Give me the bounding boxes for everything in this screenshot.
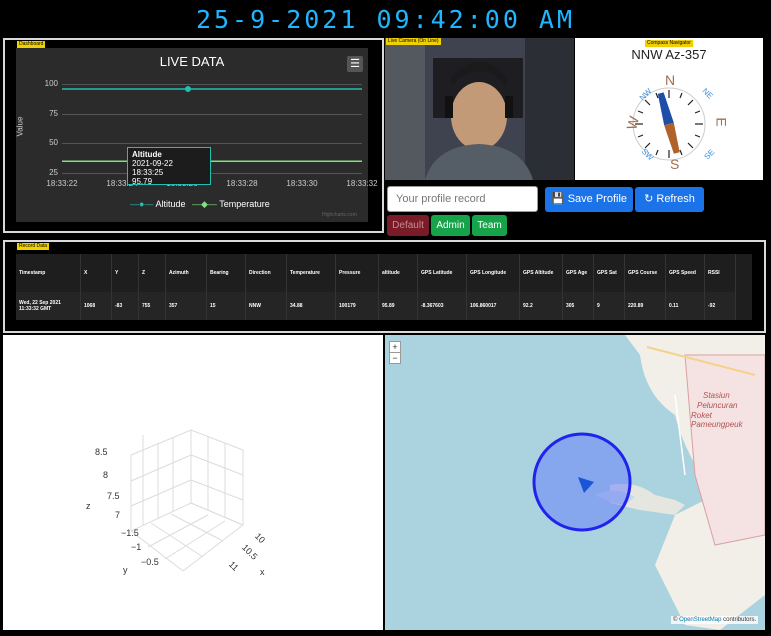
legend-temperature[interactable]: —◆— Temperature bbox=[192, 199, 270, 210]
th-pressure: Pressure bbox=[335, 254, 379, 292]
legend-altitude[interactable]: —●— Altitude bbox=[130, 199, 185, 209]
map-tiles bbox=[532, 335, 765, 630]
th-rssi: RSSI bbox=[704, 254, 736, 292]
3d-position-plot[interactable]: 8.5 8 7.5 7 z −1.5 −1 −0.5 y 10 10.5 11 … bbox=[3, 335, 383, 630]
legend-temperature-label: Temperature bbox=[219, 199, 270, 209]
cell-x: 1068 bbox=[80, 292, 112, 320]
chart-tooltip: Altitude 2021-09-22 18:33:25 95.79 bbox=[127, 147, 211, 186]
cell-gps-altitude: 92.2 bbox=[519, 292, 563, 320]
z-tick-1: 8 bbox=[103, 470, 109, 480]
compass-n: N bbox=[665, 72, 676, 88]
th-gps-latitude: GPS Latitude bbox=[417, 254, 467, 292]
th-gps-longitude: GPS Longitude bbox=[466, 254, 520, 292]
3d-axes bbox=[130, 429, 244, 572]
table-header-row: Timestamp X Y Z Azimuth Bearing Directio… bbox=[16, 254, 736, 292]
attribution-symbol: © bbox=[673, 617, 678, 623]
camera-image bbox=[385, 38, 574, 180]
map-place-label-2: Peluncuran bbox=[697, 401, 738, 410]
team-button[interactable]: Team bbox=[472, 215, 507, 236]
series-point-altitude[interactable] bbox=[185, 85, 191, 92]
compass-s: S bbox=[670, 156, 680, 172]
record-table-wrapper: Timestamp X Y Z Azimuth Bearing Directio… bbox=[16, 254, 752, 320]
cell-gps-latitude: -8.367603 bbox=[417, 292, 467, 320]
cell-pressure: 100179 bbox=[335, 292, 379, 320]
zoom-out-button[interactable]: − bbox=[389, 352, 401, 364]
th-altitude: altitude bbox=[378, 254, 418, 292]
admin-button[interactable]: Admin bbox=[431, 215, 470, 236]
save-profile-label: Save Profile bbox=[567, 193, 628, 205]
cell-rssi: -92 bbox=[704, 292, 736, 320]
save-icon: 💾 bbox=[550, 193, 565, 205]
attribution-link[interactable]: OpenStreetMap bbox=[679, 617, 721, 623]
refresh-button[interactable]: ↻ Refresh bbox=[635, 187, 704, 212]
th-gps-sat: GPS Sat bbox=[593, 254, 625, 292]
chart-plot-area: 10075502518:33:2218:33:2418:33:2618:33:2… bbox=[16, 48, 378, 222]
compass-e: E bbox=[713, 117, 730, 127]
tooltip-value: 95.79 bbox=[132, 177, 153, 186]
profile-record-input[interactable]: Your profile record bbox=[387, 186, 538, 212]
th-gps-course: GPS Course bbox=[624, 254, 666, 292]
cell-direction: NNW bbox=[245, 292, 287, 320]
th-azimuth: Azimuth bbox=[165, 254, 207, 292]
record-table: Timestamp X Y Z Azimuth Bearing Directio… bbox=[16, 254, 736, 320]
cell-altitude: 95.89 bbox=[378, 292, 418, 320]
chart-series-layer bbox=[62, 85, 362, 165]
compass-navigator: Compass Navigator NNW Az-357 N S W E NW … bbox=[575, 38, 763, 180]
live-camera-feed: Live Camera (On Line) bbox=[385, 38, 574, 180]
cell-gps-longitude: 106.860017 bbox=[466, 292, 520, 320]
compass-heading: NNW Az-357 bbox=[631, 47, 707, 62]
th-gps-speed: GPS Speed bbox=[665, 254, 705, 292]
th-timestamp: Timestamp bbox=[16, 254, 81, 292]
dashboard-tag: Dashboard bbox=[17, 41, 46, 48]
cell-gps-sat: 9 bbox=[593, 292, 625, 320]
th-gps-age: GPS Age bbox=[562, 254, 594, 292]
th-direction: Direction bbox=[245, 254, 287, 292]
gps-map[interactable]: + − Stasiun Peluncuran Roket Pameungpeuk… bbox=[385, 335, 765, 630]
cell-gps-course: 220.89 bbox=[624, 292, 666, 320]
y-tick-2: −0.5 bbox=[141, 557, 159, 567]
y-tick-1: −1 bbox=[131, 542, 142, 552]
refresh-icon: ↻ bbox=[644, 193, 654, 205]
tooltip-time: 2021-09-22 18:33:25 bbox=[132, 159, 173, 177]
cell-z: 755 bbox=[138, 292, 166, 320]
default-button[interactable]: Default bbox=[387, 215, 429, 236]
th-temperature: Temperature bbox=[286, 254, 336, 292]
cell-azimuth: 357 bbox=[165, 292, 207, 320]
save-profile-button[interactable]: 💾 Save Profile bbox=[545, 187, 633, 212]
z-tick-3: 7 bbox=[115, 510, 121, 520]
attribution-text: contributors. bbox=[723, 617, 757, 623]
x-axis-label-3d: x bbox=[260, 567, 265, 577]
legend-altitude-label: Altitude bbox=[155, 199, 186, 209]
z-axis-label: z bbox=[86, 501, 91, 511]
camera-tag: Live Camera (On Line) bbox=[386, 38, 441, 45]
chart-credit[interactable]: Highcharts.com bbox=[322, 212, 357, 218]
clock-display: 25-9-2021 09:42:00 AM bbox=[195, 5, 576, 34]
cell-timestamp: Wed, 22 Sep 2021 11:33:32 GMT bbox=[16, 292, 81, 320]
th-gps-altitude: GPS Altitude bbox=[519, 254, 563, 292]
z-tick-0: 8.5 bbox=[95, 447, 108, 457]
y-axis-label-3d: y bbox=[123, 565, 128, 575]
cell-bearing: 15 bbox=[206, 292, 246, 320]
y-tick-0: −1.5 bbox=[121, 528, 139, 538]
record-data-tag: Record Data bbox=[17, 243, 50, 250]
th-y: Y bbox=[111, 254, 139, 292]
map-place-label-1: Stasiun bbox=[703, 391, 730, 400]
cell-y: -83 bbox=[111, 292, 139, 320]
refresh-label: Refresh bbox=[656, 193, 695, 205]
map-place-label-3: Roket Pameungpeuk bbox=[691, 411, 743, 429]
map-attribution: © OpenStreetMap contributors. bbox=[671, 616, 759, 624]
z-tick-2: 7.5 bbox=[107, 491, 120, 501]
cell-gps-age: 305 bbox=[562, 292, 594, 320]
live-data-chart: LIVE DATA ☰ Value 100 75 50 25 18:33:22 18:33… bbox=[15, 48, 378, 222]
th-bearing: Bearing bbox=[206, 254, 246, 292]
th-z: Z bbox=[138, 254, 166, 292]
cell-gps-speed: 0.11 bbox=[665, 292, 705, 320]
th-x: X bbox=[80, 254, 112, 292]
table-row: Wed, 22 Sep 2021 11:33:32 GMT 1068 -83 7… bbox=[16, 292, 736, 320]
cell-temperature: 34.88 bbox=[286, 292, 336, 320]
tooltip-series: Altitude bbox=[132, 150, 162, 159]
compass-tag: Compass Navigator bbox=[645, 40, 693, 47]
